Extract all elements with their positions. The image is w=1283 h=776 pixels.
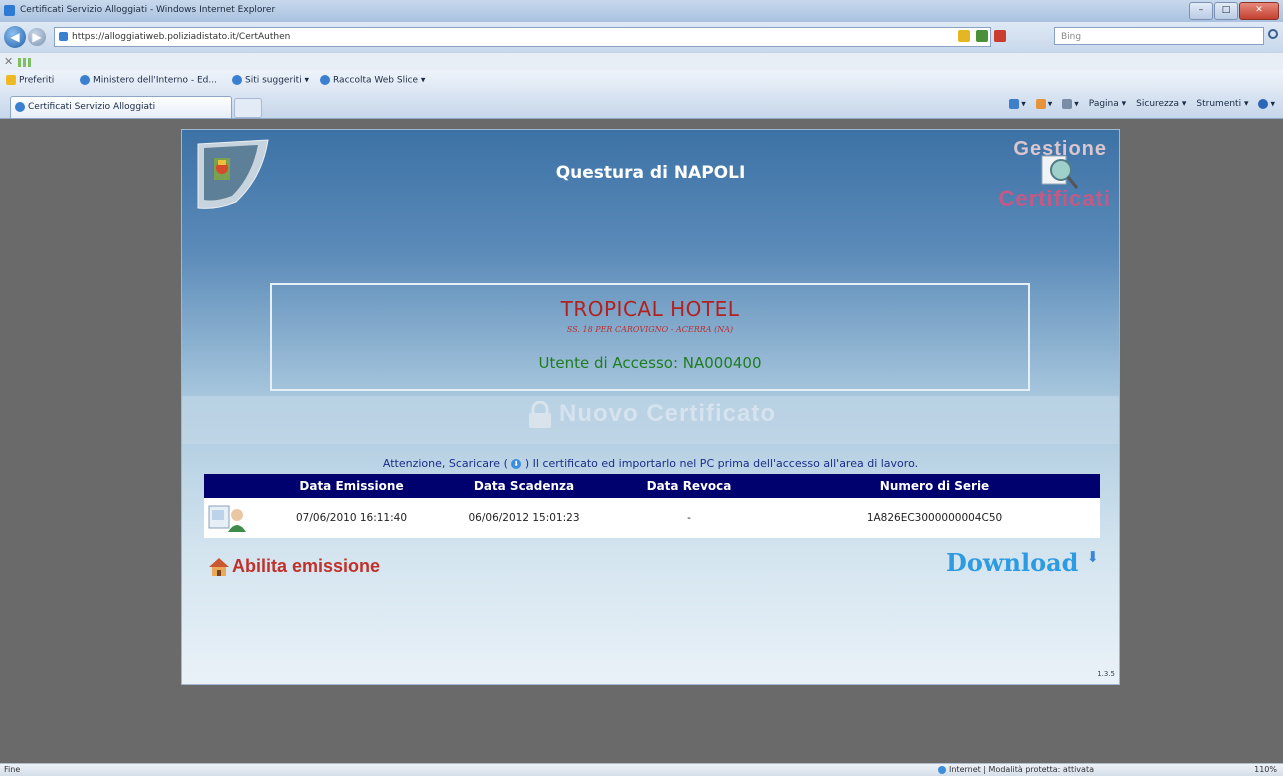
favorites-bar: Preferiti Ministero dell'Interno - Ed...… [0, 70, 1283, 93]
certificate-user-icon[interactable] [207, 502, 247, 534]
ie-page-icon [232, 75, 242, 85]
home-button[interactable]: ▾ [1009, 99, 1026, 110]
tab-certificati[interactable]: Certificati Servizio Alloggiati [10, 96, 232, 118]
address-tools [958, 30, 1006, 42]
page-menu[interactable]: Pagina ▾ [1089, 99, 1126, 110]
print-icon [1062, 99, 1073, 109]
page-icon [59, 32, 68, 41]
header-data-revoca: Data Revoca [646, 479, 732, 493]
forward-button[interactable]: ▶ [28, 28, 46, 46]
certificates-table: Data Emissione Data Scadenza Data Revoca… [204, 474, 1100, 538]
status-text: Fine [4, 765, 21, 774]
status-bar: Fine Internet | Modalità protetta: attiv… [0, 763, 1283, 776]
hotel-address: SS. 18 PER CAROVIGNO - ACERRA (NA) [566, 325, 734, 334]
favorite-item-ministero[interactable]: Ministero dell'Interno - Ed... [80, 75, 217, 86]
feed-icon [1035, 99, 1046, 109]
globe-icon [938, 765, 946, 774]
download-button[interactable]: Download ⬇ [946, 548, 1099, 577]
ie-page-icon [320, 75, 330, 85]
new-certificate-label: Nuovo Certificato [558, 400, 776, 427]
gestione-certificati-logo: Gestione Certificati [971, 136, 1113, 218]
access-user: Utente di Accesso: NA000400 [538, 354, 762, 372]
abilita-emissione-label: Abilita emissione [232, 556, 381, 576]
close-toolbar-icon[interactable]: ✕ [4, 55, 13, 68]
window-controls: – □ ✕ [1189, 2, 1279, 20]
lock-icon[interactable] [958, 30, 970, 42]
url-input[interactable]: https://alloggiatiweb.poliziadistato.it/… [54, 27, 991, 47]
table-header: Data Emissione Data Scadenza Data Revoca… [204, 474, 1100, 498]
back-button[interactable]: ◀ [4, 26, 26, 48]
star-icon [6, 75, 16, 85]
print-button[interactable]: ▾ [1062, 99, 1079, 110]
house-icon [209, 558, 229, 577]
command-bar: ▾ ▾ ▾ Pagina ▾ Sicurezza ▾ Strumenti ▾ ▾ [1009, 99, 1275, 110]
cell-numero-serie: 1A826EC3000000004C50 [866, 512, 1003, 524]
new-certificate-button[interactable]: Nuovo Certificato [182, 400, 1119, 429]
header-data-emissione: Data Emissione [299, 479, 404, 493]
search-input[interactable]: Bing [1054, 27, 1264, 45]
stop-icon[interactable] [994, 30, 1006, 42]
cell-data-emissione: 07/06/2010 16:11:40 [295, 512, 407, 524]
favorite-item-raccolta[interactable]: Raccolta Web Slice ▾ [320, 75, 425, 86]
download-warning: Attenzione, Scaricare ( ⬇ ) Il certifica… [382, 457, 919, 470]
refresh-icon[interactable] [976, 30, 988, 42]
abilita-emissione-button[interactable]: Abilita emissione [208, 556, 380, 577]
maximize-icon[interactable]: □ [1214, 2, 1238, 20]
feeds-button[interactable]: ▾ [1035, 99, 1052, 110]
header-data-scadenza: Data Scadenza [473, 479, 575, 493]
zoom-level[interactable]: 110% [1254, 765, 1277, 774]
header-numero-serie: Numero di Serie [879, 479, 990, 493]
download-label: Download [946, 548, 1079, 577]
window-titlebar: Certificati Servizio Alloggiati - Window… [0, 0, 1283, 22]
ie-page-icon [15, 101, 25, 112]
hotel-name: TROPICAL HOTEL [560, 297, 740, 321]
security-zone[interactable]: Internet | Modalità protetta: attivata [938, 765, 1094, 774]
url-text: https://alloggiatiweb.poliziadistato.it/… [72, 32, 291, 42]
help-button[interactable]: ▾ [1258, 99, 1275, 110]
row-icon-cell[interactable] [204, 498, 264, 538]
cell-data-revoca: - [687, 512, 691, 524]
new-tab-button[interactable] [234, 98, 262, 118]
signal-icon [18, 58, 34, 67]
download-small-icon: ⬇ [511, 459, 522, 469]
ie-icon [4, 5, 15, 16]
header-icon-col [204, 474, 264, 498]
favorites-button[interactable]: Preferiti [6, 75, 54, 86]
home-icon [1009, 99, 1020, 109]
download-arrow-icon: ⬇ [1086, 548, 1099, 566]
command-row: ✕ [0, 52, 1283, 71]
hotel-info-box: TROPICAL HOTEL SS. 18 PER CAROVIGNO - AC… [270, 283, 1030, 391]
tab-row: Certificati Servizio Alloggiati ▾ ▾ ▾ Pa… [0, 92, 1283, 119]
version-label: 1.3.5 [1097, 670, 1115, 678]
help-icon [1258, 99, 1269, 109]
cell-data-scadenza: 06/06/2012 15:01:23 [468, 512, 580, 524]
page-viewport: Questura di NAPOLI Gestione Certificati … [0, 119, 1283, 763]
table-row[interactable]: 07/06/2010 16:11:40 06/06/2012 15:01:23 … [204, 498, 1100, 538]
ie-page-icon [80, 75, 90, 85]
window-title: Certificati Servizio Alloggiati - Window… [20, 5, 276, 15]
padlock-icon [528, 400, 551, 428]
minimize-icon[interactable]: – [1189, 2, 1213, 20]
logo-line2: Certificati [998, 186, 1111, 211]
close-icon[interactable]: ✕ [1239, 2, 1279, 20]
favorite-item-siti[interactable]: Siti suggeriti ▾ [232, 75, 309, 86]
address-bar: ◀ ▶ https://alloggiatiweb.poliziadistato… [0, 22, 1283, 52]
tools-menu[interactable]: Strumenti ▾ [1196, 99, 1248, 110]
search-icon[interactable] [1268, 29, 1278, 39]
safety-menu[interactable]: Sicurezza ▾ [1136, 99, 1186, 110]
app-panel: Questura di NAPOLI Gestione Certificati … [181, 129, 1120, 685]
